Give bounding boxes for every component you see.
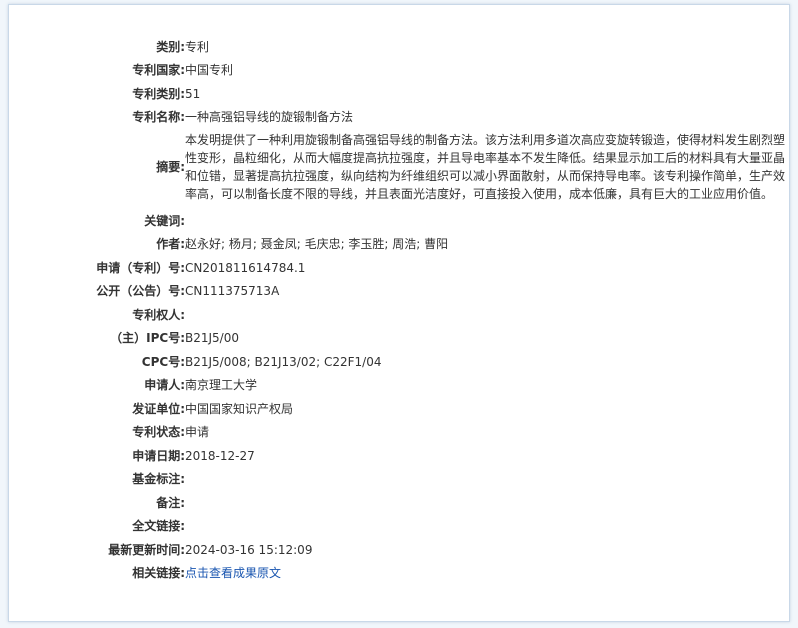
- title-label: 专利名称:: [132, 110, 185, 125]
- application-no-label: 申请（专利）号:: [96, 260, 185, 275]
- applicant-label: 申请人:: [144, 378, 185, 393]
- country-label: 专利国家:: [132, 63, 185, 78]
- applicant-value: 南京理工大学: [185, 378, 258, 393]
- abstract-value: 本发明提供了一种利用旋锻制备高强铝导线的制备方法。该方法利用多道次高应变旋转锻造…: [185, 133, 786, 201]
- title-value: 一种高强铝导线的旋锻制备方法: [185, 110, 354, 125]
- row-ipc: （主）IPC号: B21J5/00: [9, 327, 789, 351]
- last-updated-value: 2024-03-16 15:12:09: [185, 542, 313, 557]
- country-value: 中国专利: [185, 63, 234, 78]
- row-title: 专利名称: 一种高强铝导线的旋锻制备方法: [9, 106, 789, 130]
- row-category: 类别: 专利: [9, 35, 789, 59]
- patentee-label: 专利权人:: [132, 307, 185, 322]
- publication-no-value: CN111375713A: [185, 284, 280, 299]
- row-status: 专利状态: 申请: [9, 421, 789, 445]
- status-value: 申请: [185, 425, 210, 440]
- status-label: 专利状态:: [132, 425, 185, 440]
- row-issuer: 发证单位: 中国国家知识产权局: [9, 397, 789, 421]
- remarks-value: [185, 491, 789, 515]
- last-updated-label: 最新更新时间:: [108, 542, 185, 557]
- fulltext-link-label: 全文链接:: [132, 519, 185, 534]
- funding-label: 基金标注:: [132, 472, 185, 487]
- issuer-value: 中国国家知识产权局: [185, 401, 294, 416]
- issuer-label: 发证单位:: [132, 401, 185, 416]
- row-publication-no: 公开（公告）号: CN111375713A: [9, 280, 789, 304]
- row-country: 专利国家: 中国专利: [9, 59, 789, 83]
- patent-type-label: 专利类别:: [132, 86, 185, 101]
- row-remarks: 备注:: [9, 491, 789, 515]
- row-funding: 基金标注:: [9, 468, 789, 492]
- row-authors: 作者: 赵永好; 杨月; 聂金凤; 毛庆忠; 李玉胜; 周浩; 曹阳: [9, 233, 789, 257]
- category-value: 专利: [185, 39, 210, 54]
- row-patentee: 专利权人:: [9, 303, 789, 327]
- row-patent-type: 专利类别: 51: [9, 82, 789, 106]
- keywords-value: [185, 209, 789, 233]
- cpc-value: B21J5/008; B21J13/02; C22F1/04: [185, 354, 382, 369]
- cpc-label: CPC号:: [141, 354, 185, 369]
- remarks-label: 备注:: [156, 495, 185, 510]
- authors-value: 赵永好; 杨月; 聂金凤; 毛庆忠; 李玉胜; 周浩; 曹阳: [185, 237, 449, 252]
- row-applicant: 申请人: 南京理工大学: [9, 374, 789, 398]
- patent-detail-panel: 类别: 专利 专利国家: 中国专利 专利类别: 51 专利名称: 一种高强铝导线…: [8, 4, 790, 622]
- patent-type-value: 51: [185, 86, 201, 101]
- row-related-link: 相关链接: 点击查看成果原文: [9, 562, 789, 586]
- fulltext-link-value: [185, 515, 789, 539]
- view-original-link[interactable]: 点击查看成果原文: [185, 566, 281, 580]
- related-link-cell: 点击查看成果原文: [185, 562, 789, 586]
- keywords-label: 关键词:: [144, 213, 185, 228]
- application-no-value: CN201811614784.1: [185, 260, 306, 275]
- related-link-label: 相关链接:: [132, 566, 185, 581]
- ipc-label: （主）IPC号:: [110, 331, 185, 346]
- row-cpc: CPC号: B21J5/008; B21J13/02; C22F1/04: [9, 350, 789, 374]
- row-fulltext-link: 全文链接:: [9, 515, 789, 539]
- category-label: 类别:: [156, 39, 185, 54]
- row-keywords: 关键词:: [9, 209, 789, 233]
- funding-value: [185, 468, 789, 492]
- authors-label: 作者:: [156, 237, 185, 252]
- ipc-value: B21J5/00: [185, 331, 239, 346]
- publication-no-label: 公开（公告）号:: [96, 284, 185, 299]
- application-date-value: 2018-12-27: [185, 448, 255, 463]
- row-last-updated: 最新更新时间: 2024-03-16 15:12:09: [9, 538, 789, 562]
- row-abstract: 摘要: 本发明提供了一种利用旋锻制备高强铝导线的制备方法。该方法利用多道次高应变…: [9, 129, 789, 209]
- application-date-label: 申请日期:: [132, 448, 185, 463]
- abstract-label: 摘要:: [156, 160, 185, 174]
- patent-detail-table: 类别: 专利 专利国家: 中国专利 专利类别: 51 专利名称: 一种高强铝导线…: [9, 35, 789, 585]
- patentee-value: [185, 303, 789, 327]
- row-application-date: 申请日期: 2018-12-27: [9, 444, 789, 468]
- row-application-no: 申请（专利）号: CN201811614784.1: [9, 256, 789, 280]
